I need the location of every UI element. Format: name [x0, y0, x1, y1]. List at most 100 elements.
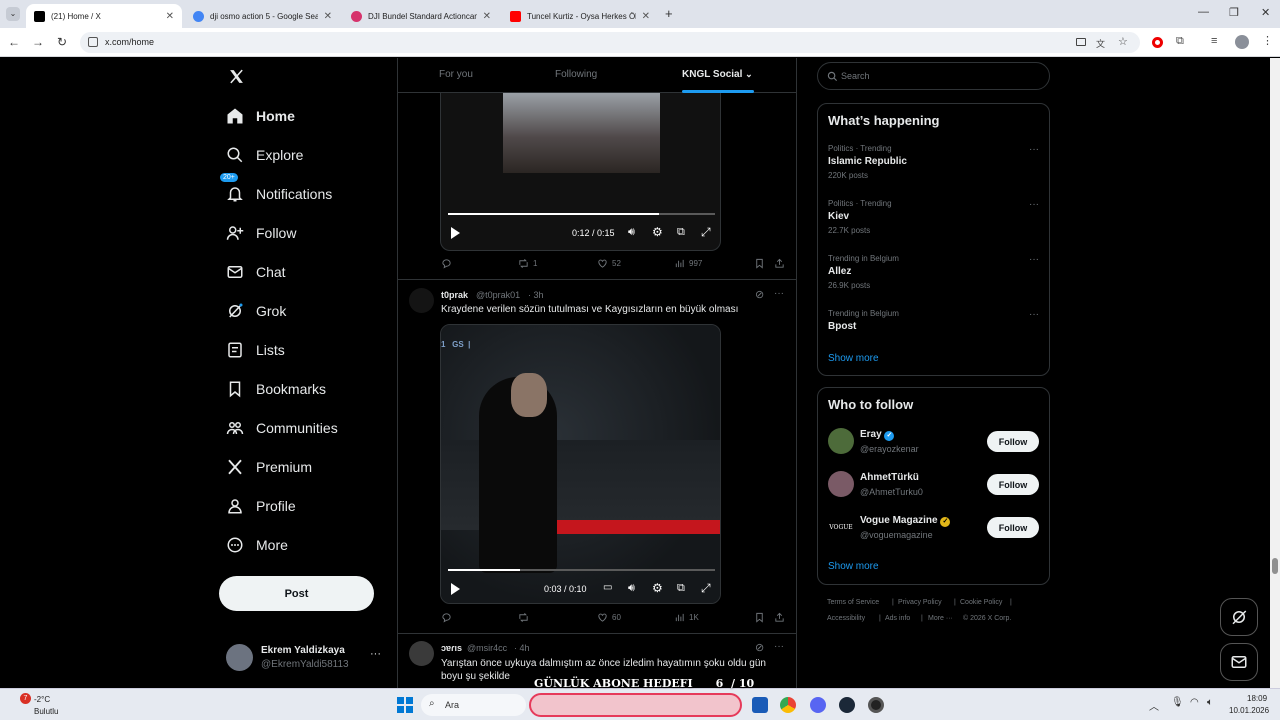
reply-button[interactable] — [441, 258, 456, 269]
windows-start-icon[interactable] — [397, 697, 413, 713]
maximize-icon[interactable]: ❐ — [1229, 6, 1239, 19]
grok-fab[interactable] — [1220, 598, 1258, 636]
nav-item-explore[interactable]: Explore — [226, 143, 303, 167]
post-author[interactable]: ɔɐɾıs — [441, 643, 462, 653]
settings-gear-icon[interactable]: ⚙ — [652, 581, 663, 595]
nav-item-chat[interactable]: Chat — [226, 260, 286, 284]
nav-item-communities[interactable]: Communities — [226, 416, 338, 440]
weather-widget[interactable]: 7 -2°C Bulutlu — [10, 692, 90, 718]
tab-for-you[interactable]: For you — [439, 69, 473, 80]
address-bar[interactable]: x.com/home 文 ☆ — [80, 32, 1140, 53]
x-logo-icon[interactable] — [228, 68, 245, 85]
repost-button[interactable]: 1 — [518, 258, 537, 269]
browser-tab-1[interactable]: (21) Home / X ✕ — [26, 4, 182, 28]
clock-time[interactable]: 18:09 — [1247, 694, 1267, 703]
captions-icon[interactable]: ▭ — [603, 582, 612, 593]
nav-item-follow[interactable]: Follow — [226, 221, 296, 245]
footer-link[interactable]: Terms of Service — [827, 599, 879, 606]
volume-icon[interactable]: 🔊︎ — [628, 582, 635, 595]
like-button[interactable]: 60 — [597, 612, 621, 623]
play-icon[interactable] — [451, 583, 460, 595]
close-window-icon[interactable]: ✕ — [1261, 6, 1270, 19]
footer-link[interactable]: Privacy Policy — [898, 599, 942, 606]
post-handle[interactable]: @t0prak01 — [476, 290, 520, 300]
trend-item[interactable]: Trending in Belgium Allez 26.9K posts ··… — [818, 252, 1049, 292]
minimize-icon[interactable]: — — [1198, 6, 1209, 18]
nav-item-notifications[interactable]: 20+ Notifications — [220, 173, 332, 206]
share-button[interactable] — [774, 612, 789, 623]
steam-icon[interactable] — [839, 697, 855, 713]
video-progress-track[interactable] — [448, 569, 715, 571]
volume-icon[interactable]: 🔊︎ — [628, 226, 635, 239]
grok-icon[interactable]: ⊘ — [755, 288, 764, 301]
repost-button[interactable] — [518, 612, 533, 623]
video-progress-track[interactable] — [448, 213, 715, 215]
show-more-link[interactable]: Show more — [828, 561, 879, 572]
more-dots-icon[interactable]: ··· — [1029, 309, 1039, 320]
follow-button[interactable]: Follow — [987, 517, 1039, 538]
post2[interactable]: t0prak @t0prak01 · 3h ⊘ ··· Kraydene ver… — [398, 280, 796, 632]
profile-avatar-icon[interactable] — [1235, 35, 1249, 49]
nav-item-bookmarks[interactable]: Bookmarks — [226, 377, 326, 401]
store-icon[interactable] — [752, 697, 768, 713]
browser-tab-3[interactable]: DJI Bundel Standard Actioncam ✕ — [343, 4, 499, 28]
grok-icon[interactable]: ⊘ — [755, 641, 764, 654]
close-icon[interactable]: ✕ — [642, 11, 650, 22]
reload-icon[interactable]: ↻ — [57, 35, 69, 49]
reply-button[interactable] — [441, 612, 456, 623]
show-more-link[interactable]: Show more — [828, 353, 879, 364]
new-tab-button[interactable]: + — [665, 6, 673, 21]
back-icon[interactable]: ← — [8, 35, 20, 49]
post-author[interactable]: t0prak — [441, 290, 468, 300]
nav-item-more[interactable]: More — [226, 533, 288, 557]
follow-suggestion[interactable]: AhmetTürkü @AhmetTurku0 Follow — [818, 469, 1049, 503]
menu-kebab-icon[interactable]: ⋮ — [1262, 34, 1274, 47]
more-dots-icon[interactable]: ··· — [1029, 144, 1039, 155]
pip-icon[interactable]: ⧉ — [677, 582, 685, 595]
fullscreen-icon[interactable]: ⤢ — [701, 225, 711, 240]
fullscreen-icon[interactable]: ⤢ — [701, 581, 711, 596]
nav-item-premium[interactable]: Premium — [226, 455, 312, 479]
trend-item[interactable]: Politics · Trending Islamic Republic 220… — [818, 142, 1049, 182]
like-button[interactable]: 52 — [597, 258, 621, 269]
trend-item[interactable]: Politics · Trending Kiev 22.7K posts ··· — [818, 197, 1049, 237]
microphone-icon[interactable]: 🎙︎ — [1171, 697, 1184, 708]
nav-item-lists[interactable]: Lists — [226, 338, 285, 362]
volume-icon[interactable]: 🔈︎ — [1207, 697, 1213, 708]
bookmark-star-icon[interactable]: ☆ — [1118, 35, 1128, 48]
more-dots-icon[interactable]: ··· — [774, 288, 784, 299]
close-icon[interactable]: ✕ — [483, 11, 491, 22]
close-icon[interactable]: ✕ — [166, 11, 174, 22]
more-dots-icon[interactable]: ··· — [1029, 254, 1039, 265]
play-icon[interactable] — [451, 227, 460, 239]
discord-icon[interactable] — [810, 697, 826, 713]
share-button[interactable] — [774, 258, 789, 269]
search-input[interactable]: Search — [817, 62, 1050, 90]
media-icon[interactable]: ≡ — [1211, 35, 1223, 47]
site-info-icon[interactable] — [88, 37, 98, 47]
clock-date[interactable]: 10.01.2026 — [1229, 706, 1269, 715]
taskbar-search[interactable]: ⌕ Ara — [421, 694, 526, 716]
footer-link[interactable]: Accessibility — [827, 615, 865, 622]
chrome-icon[interactable] — [780, 697, 796, 713]
extensions-icon[interactable]: ⧉ — [1176, 35, 1188, 47]
install-icon[interactable] — [1076, 38, 1086, 46]
pip-icon[interactable]: ⧉ — [677, 226, 685, 239]
follow-suggestion[interactable]: Eray ✓ @erayozkenar Follow — [818, 426, 1049, 460]
scrollbar-thumb[interactable] — [1272, 558, 1278, 574]
forward-icon[interactable]: → — [32, 35, 44, 49]
post-handle[interactable]: @msir4cc — [467, 643, 507, 653]
tab-kngl-social[interactable]: KNGL Social ⌄ — [682, 69, 753, 80]
post-button[interactable]: Post — [219, 576, 374, 611]
follow-button[interactable]: Follow — [987, 431, 1039, 452]
opera-gx-icon[interactable] — [868, 697, 884, 713]
wifi-icon[interactable]: ◠ — [1190, 697, 1199, 708]
bookmark-button[interactable] — [754, 258, 769, 269]
nav-item-grok[interactable]: Grok — [226, 299, 286, 323]
account-switcher[interactable]: Ekrem Yaldizkaya @EkremYaldi58113 ··· — [226, 642, 391, 674]
browser-tab-2[interactable]: dji osmo action 5 - Google Sea ✕ — [185, 4, 340, 28]
close-icon[interactable]: ✕ — [324, 11, 332, 22]
nav-item-home[interactable]: Home — [226, 104, 295, 128]
messages-fab[interactable] — [1220, 643, 1258, 681]
footer-link[interactable]: Ads info — [885, 615, 910, 622]
